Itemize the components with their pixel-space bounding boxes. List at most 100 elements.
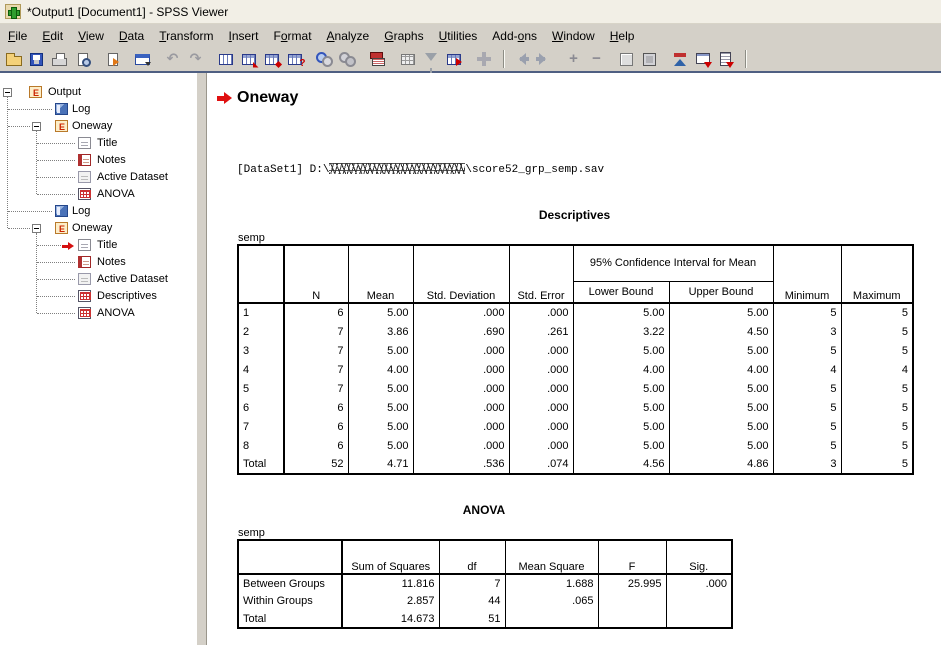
menu-view[interactable]: View [78,29,104,43]
tree-item-log[interactable]: Log [0,101,196,118]
table-cell [238,245,284,303]
menu-format[interactable]: Format [274,29,312,43]
row-label: 8 [238,436,284,455]
use-variable-sets-icon [401,54,415,65]
value-labels-button[interactable] [366,48,389,70]
save-button[interactable] [25,48,48,70]
table-cell: 14.673 [342,610,439,628]
anova-table[interactable]: Sum of Squares df Mean Square F Sig. Bet… [237,539,733,629]
tree-item-label: Log [72,205,90,217]
tree-item-log[interactable]: Log [0,203,196,220]
row-label: Total [238,610,342,628]
descriptives-block: Descriptives semp N Mean Std. Deviation [237,208,912,475]
tree-item-active-dataset[interactable]: Active Dataset [0,271,196,288]
row-label: 6 [238,398,284,417]
column-header: Mean [348,245,413,303]
tree-item-anova[interactable]: ANOVA [0,305,196,322]
column-header: Lower Bound [573,281,669,303]
table-cell: 2.857 [342,592,439,610]
tree-collapse-expander-icon[interactable] [3,88,12,97]
show-output-button[interactable] [615,48,638,70]
tree-item-descriptives[interactable]: Descriptives [0,288,196,305]
demote-outline-button[interactable] [691,48,714,70]
table-cell: .000 [509,379,573,398]
table-row: 165.00.000.0005.005.0055 [238,303,913,322]
goto-data-button[interactable] [214,48,237,70]
menu-transform[interactable]: Transform [159,29,213,43]
menu-window[interactable]: Window [552,29,595,43]
table-cell: 7 [284,360,348,379]
hide-output-button[interactable] [638,48,661,70]
save-icon [30,53,43,66]
goto-output-button[interactable] [442,48,465,70]
select-last-output-button[interactable] [472,48,495,70]
table-cell: 5.00 [348,436,413,455]
export-output-button[interactable] [101,48,124,70]
table-cell: .000 [413,379,509,398]
goto-case-button[interactable] [237,48,260,70]
tree-item-title[interactable]: Title [0,237,196,254]
menu-add-ons[interactable]: Add-ons [492,29,537,43]
tree-item-oneway[interactable]: Oneway [0,118,196,135]
menu-file[interactable]: File [8,29,27,43]
toolbar-separator [745,50,747,68]
tree-item-title[interactable]: Title [0,135,196,152]
row-label: Between Groups [238,574,342,592]
open-file-button[interactable] [2,48,25,70]
variables-button[interactable] [260,48,283,70]
tree-item-notes[interactable]: Notes [0,152,196,169]
tree-collapse-expander-icon[interactable] [32,122,41,131]
table-cell: 5 [773,398,841,417]
column-header: Maximum [841,245,913,303]
print-button[interactable] [48,48,71,70]
oneway-heading-block[interactable]: Oneway [217,87,941,109]
promote-outline-button[interactable] [668,48,691,70]
menu-analyze[interactable]: Analyze [327,29,370,43]
column-header: Upper Bound [669,281,773,303]
table-cell: 3.22 [573,322,669,341]
pane-splitter[interactable] [196,73,207,645]
tree-item-label: Notes [97,154,126,166]
tree-item-active-dataset[interactable]: Active Dataset [0,169,196,186]
tree-item-notes[interactable]: Notes [0,254,196,271]
use-variable-sets-button[interactable] [396,48,419,70]
table-cell: 5.00 [573,417,669,436]
menu-insert[interactable]: Insert [228,29,258,43]
table-cell: 4.00 [669,360,773,379]
menu-help[interactable]: Help [610,29,635,43]
menu-edit[interactable]: Edit [42,29,63,43]
show-all-variables-button[interactable] [419,48,442,70]
tree-collapse-expander-icon[interactable] [32,224,41,233]
variable-info-button[interactable] [283,48,306,70]
undo-button[interactable] [161,48,184,70]
expand-outline-button[interactable] [562,48,585,70]
dataset-log-line[interactable]: [DataSet1] D:\\score52_grp_semp.sav [237,163,941,176]
print-preview-button[interactable] [71,48,94,70]
menu-utilities[interactable]: Utilities [439,29,478,43]
go-back-button[interactable] [509,48,532,70]
table-cell [238,540,342,574]
tree-item-anova[interactable]: ANOVA [0,186,196,203]
spss-viewer-icon[interactable] [5,4,21,19]
title-icon [78,137,91,149]
menu-data[interactable]: Data [119,29,144,43]
table-cell: 5 [773,436,841,455]
table-cell [505,610,598,628]
descriptives-table[interactable]: N Mean Std. Deviation Std. Error 95% Con… [237,244,914,475]
collapse-outline-button[interactable] [585,48,608,70]
toolbar-separator [503,50,505,68]
table-cell: 5 [841,417,913,436]
insert-text-button[interactable] [714,48,737,70]
tree-item-output[interactable]: Output [0,84,196,101]
find-button[interactable] [313,48,336,70]
find-next-button[interactable] [336,48,359,70]
menu-graphs[interactable]: Graphs [384,29,423,43]
recall-dialogs-button[interactable] [131,48,154,70]
go-forward-icon [536,54,552,64]
redo-button[interactable] [184,48,207,70]
tree-item-oneway[interactable]: Oneway [0,220,196,237]
go-forward-button[interactable] [532,48,555,70]
table-cell: 5.00 [669,417,773,436]
table-cell: 4.50 [669,322,773,341]
table-cell: 5 [773,341,841,360]
